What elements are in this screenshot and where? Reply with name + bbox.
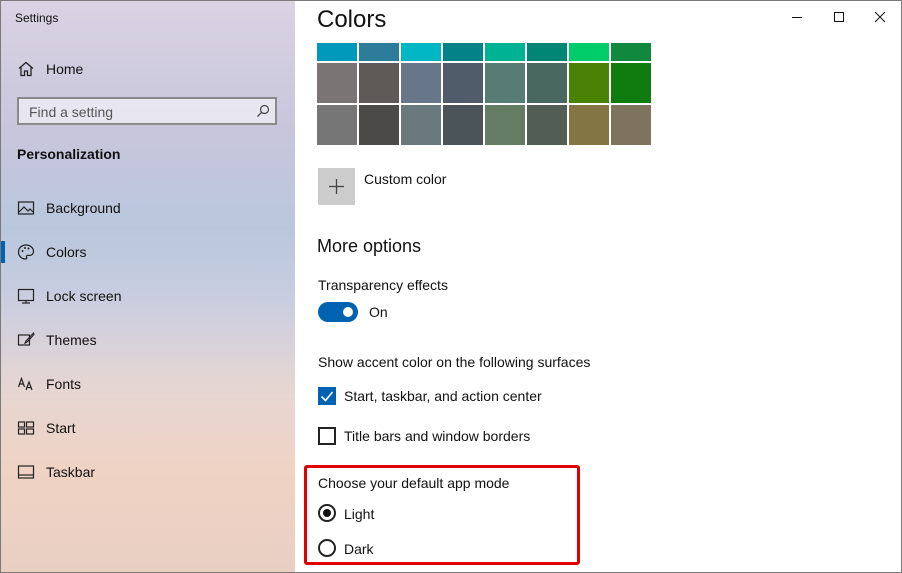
- color-swatch[interactable]: [527, 105, 567, 145]
- picture-icon: [17, 201, 35, 215]
- plus-icon: [329, 179, 344, 194]
- search-input[interactable]: [27, 102, 257, 122]
- close-button[interactable]: [868, 7, 892, 27]
- color-swatch-grid: [317, 43, 657, 147]
- custom-color-label: Custom color: [364, 171, 447, 187]
- sidebar: Settings Home Personalization Background: [1, 1, 295, 572]
- color-swatch[interactable]: [317, 43, 357, 61]
- font-icon: [17, 376, 33, 391]
- toggle-knob: [343, 307, 353, 317]
- sidebar-item-label: Themes: [46, 332, 97, 348]
- sidebar-item-label: Taskbar: [46, 464, 96, 480]
- title-bars-label: Title bars and window borders: [344, 428, 531, 444]
- more-options-heading: More options: [317, 236, 422, 256]
- app-mode-label: Choose your default app mode: [318, 475, 510, 491]
- sidebar-item-label: Colors: [46, 244, 87, 260]
- home-icon: [18, 61, 34, 77]
- page-title: Colors: [317, 6, 387, 33]
- maximize-button[interactable]: [827, 7, 851, 27]
- color-swatch[interactable]: [443, 105, 483, 145]
- sidebar-item-lock-screen[interactable]: Lock screen: [1, 281, 295, 311]
- color-swatch[interactable]: [443, 63, 483, 103]
- sidebar-item-start[interactable]: Start: [1, 413, 295, 443]
- sidebar-item-label: Start: [46, 420, 76, 436]
- color-swatch[interactable]: [611, 43, 651, 61]
- maximize-icon: [834, 12, 844, 22]
- transparency-state: On: [369, 304, 388, 320]
- lock-screen-icon: [17, 288, 35, 304]
- color-swatch[interactable]: [317, 105, 357, 145]
- swatch-row: [317, 105, 657, 147]
- color-swatch[interactable]: [527, 63, 567, 103]
- color-swatch[interactable]: [401, 43, 441, 61]
- color-swatch[interactable]: [443, 43, 483, 61]
- color-swatch[interactable]: [317, 63, 357, 103]
- palette-icon: [17, 244, 35, 260]
- sidebar-item-label: Lock screen: [46, 288, 122, 304]
- sidebar-item-fonts[interactable]: Fonts: [1, 369, 295, 399]
- color-swatch[interactable]: [359, 43, 399, 61]
- light-mode-label: Light: [344, 506, 375, 522]
- accent-surfaces-label: Show accent color on the following surfa…: [318, 354, 591, 370]
- sidebar-item-taskbar[interactable]: Taskbar: [1, 457, 295, 487]
- color-swatch[interactable]: [359, 63, 399, 103]
- search-icon[interactable]: [256, 104, 270, 118]
- start-taskbar-label: Start, taskbar, and action center: [344, 388, 542, 404]
- close-icon: [874, 11, 886, 23]
- checkmark-icon: [320, 391, 334, 402]
- color-swatch[interactable]: [401, 63, 441, 103]
- sidebar-item-themes[interactable]: Themes: [1, 325, 295, 355]
- custom-color-button[interactable]: [318, 168, 355, 205]
- color-swatch[interactable]: [611, 63, 651, 103]
- color-swatch[interactable]: [527, 43, 567, 61]
- minimize-button[interactable]: [785, 7, 809, 27]
- color-swatch[interactable]: [485, 105, 525, 145]
- app-title: Settings: [15, 11, 59, 25]
- color-swatch[interactable]: [485, 43, 525, 61]
- light-mode-radio[interactable]: [318, 504, 336, 522]
- color-swatch[interactable]: [569, 43, 609, 61]
- color-swatch[interactable]: [569, 63, 609, 103]
- dark-mode-label: Dark: [344, 541, 374, 557]
- transparency-toggle[interactable]: [318, 302, 358, 322]
- color-swatch[interactable]: [485, 63, 525, 103]
- color-swatch[interactable]: [359, 105, 399, 145]
- sidebar-item-label: Background: [46, 200, 121, 216]
- home-nav-item[interactable]: Home: [1, 55, 295, 83]
- title-bars-checkbox[interactable]: [318, 427, 336, 445]
- swatch-row: [317, 63, 657, 105]
- sidebar-item-colors[interactable]: Colors: [1, 237, 295, 267]
- transparency-label: Transparency effects: [318, 277, 448, 293]
- color-swatch[interactable]: [569, 105, 609, 145]
- start-grid-icon: [17, 421, 35, 435]
- color-swatch[interactable]: [611, 105, 651, 145]
- sidebar-item-label: Fonts: [46, 376, 82, 392]
- section-title: Personalization: [17, 146, 121, 162]
- minimize-icon: [792, 17, 802, 18]
- settings-window: Settings Home Personalization Background: [0, 0, 902, 573]
- home-label: Home: [46, 61, 84, 77]
- search-box[interactable]: [17, 97, 277, 125]
- sidebar-item-background[interactable]: Background: [1, 193, 295, 223]
- brush-icon: [17, 331, 35, 346]
- swatch-row: [317, 43, 657, 63]
- color-swatch[interactable]: [401, 105, 441, 145]
- dark-mode-radio[interactable]: [318, 539, 336, 557]
- content-pane: Colors Custom color More options Transpa…: [295, 1, 901, 572]
- taskbar-icon: [17, 465, 35, 479]
- radio-selected-dot: [323, 509, 331, 517]
- start-taskbar-checkbox[interactable]: [318, 387, 336, 405]
